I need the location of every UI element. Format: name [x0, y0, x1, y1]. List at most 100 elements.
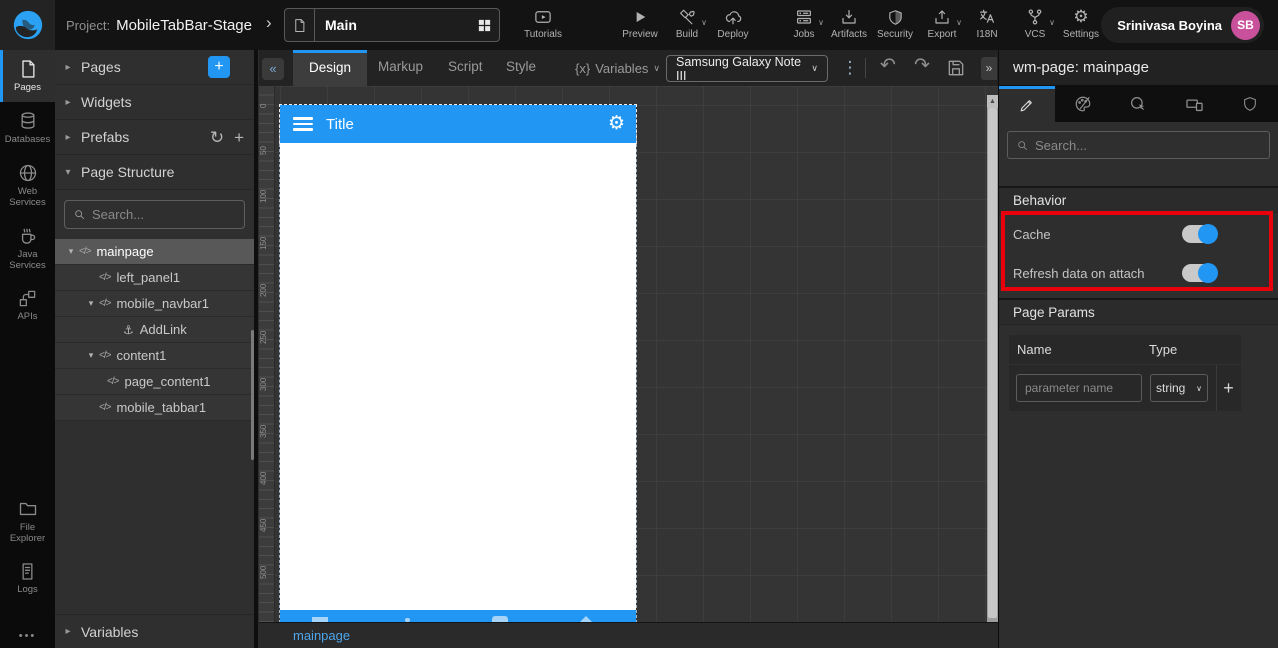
refresh-prefabs-icon[interactable]: ↻	[210, 128, 224, 148]
mobile-page-preview[interactable]: Title ⚙	[279, 104, 637, 622]
search-input[interactable]	[92, 207, 244, 222]
tutorials-button[interactable]: Tutorials	[518, 8, 568, 40]
gear-icon: ⚙	[1073, 7, 1089, 26]
add-param-button[interactable]: +	[1216, 365, 1240, 411]
tree-item-addlink[interactable]: ⚓ AddLink	[55, 317, 254, 343]
page-tab-mainpage[interactable]: mainpage	[293, 628, 350, 643]
export-button[interactable]: ∨ Export	[917, 8, 967, 40]
widget-code-icon: </>	[107, 376, 120, 387]
sidebar-item-web-services[interactable]: Web Services	[0, 154, 55, 217]
translate-icon	[978, 8, 996, 26]
sidebar-item-file-explorer[interactable]: File Explorer	[0, 490, 55, 553]
jobs-button[interactable]: ∨ Jobs	[779, 8, 829, 40]
cache-toggle[interactable]	[1182, 224, 1218, 244]
sidebar-item-databases[interactable]: Databases	[0, 102, 55, 154]
scroll-up-icon[interactable]: ▲	[987, 95, 998, 108]
properties-search[interactable]	[1007, 131, 1270, 159]
page-selector[interactable]: Main	[284, 8, 500, 42]
tab-events[interactable]	[1111, 86, 1167, 122]
artifacts-button[interactable]: Artifacts	[824, 8, 874, 40]
redo-button[interactable]: ↷	[909, 54, 935, 82]
left-panel-scrollbar[interactable]	[251, 330, 254, 460]
build-button[interactable]: ∨ Build	[662, 8, 712, 40]
param-name-input[interactable]	[1016, 374, 1142, 402]
variables-button[interactable]: {x} Variables ∨	[575, 50, 660, 86]
tab-markup[interactable]: Markup	[362, 50, 439, 86]
menu-icon[interactable]	[293, 117, 313, 131]
security-button[interactable]: Security	[870, 8, 920, 40]
add-page-button[interactable]: +	[208, 56, 230, 78]
undo-button[interactable]: ↶	[875, 54, 901, 82]
page-params-row: string ∨ +	[1009, 365, 1241, 411]
canvas-scrollbar[interactable]: ▲	[987, 95, 998, 622]
page-params-table: Name Type string ∨ +	[1009, 335, 1241, 411]
settings-button[interactable]: ⚙ Settings ∨	[1056, 7, 1106, 40]
devices-icon	[1186, 99, 1203, 111]
collapse-left-panel-button[interactable]: «	[262, 58, 284, 80]
search-icon	[1016, 139, 1029, 152]
device-selector[interactable]: Samsung Galaxy Note III ∨	[666, 55, 828, 83]
properties-search-input[interactable]	[1035, 137, 1269, 153]
refresh-data-toggle[interactable]	[1182, 263, 1218, 283]
page-params-table-header: Name Type	[1009, 335, 1241, 365]
page-grid-icon[interactable]	[469, 18, 499, 33]
tab-design[interactable]: Design	[293, 50, 368, 86]
tab-script[interactable]: Script	[432, 50, 499, 86]
sidebar-item-logs[interactable]: Logs	[0, 553, 55, 604]
project-name: MobileTabBar-Stage	[116, 16, 252, 34]
page-params-section-header[interactable]: Page Params	[999, 298, 1278, 325]
sidebar-item-apis[interactable]: APIs	[0, 280, 55, 331]
tree-item-page-content1[interactable]: </> page_content1	[55, 369, 254, 395]
expand-right-panel-button[interactable]: »	[981, 57, 997, 80]
log-document-icon	[22, 563, 33, 580]
caret-down-icon[interactable]: ▾	[83, 298, 99, 309]
scrollbar-thumb[interactable]	[988, 108, 997, 618]
user-menu[interactable]: Srinivasa Boyina SB	[1101, 7, 1264, 43]
mobile-tabbar-widget[interactable]	[280, 610, 636, 622]
tab-security[interactable]	[1222, 86, 1278, 122]
caret-down-icon[interactable]: ▾	[83, 350, 99, 361]
sidebar-item-java-services[interactable]: Java Services	[0, 217, 55, 280]
kebab-menu-icon[interactable]: ⋮	[840, 54, 860, 82]
tree-item-left-panel1[interactable]: </> left_panel1	[55, 265, 254, 291]
save-button[interactable]	[946, 58, 966, 78]
tutorials-video-icon	[534, 8, 552, 26]
page-structure-search[interactable]	[64, 200, 245, 229]
refresh-data-property-row: Refresh data on attach	[999, 253, 1278, 293]
caret-down-icon[interactable]: ▾	[63, 246, 79, 257]
vcs-button[interactable]: ∨ VCS	[1010, 8, 1060, 40]
i18n-button[interactable]: I18N	[962, 8, 1012, 40]
section-pages[interactable]: ▸ Pages +	[55, 50, 254, 85]
mobile-navbar-widget[interactable]: Title ⚙	[279, 104, 637, 144]
more-options-icon[interactable]: •••	[0, 630, 55, 642]
wavemaker-logo[interactable]	[0, 0, 55, 50]
add-prefab-icon[interactable]: +	[234, 128, 244, 148]
section-page-structure[interactable]: ▾ Page Structure	[55, 155, 254, 190]
section-variables[interactable]: ▸ Variables	[55, 614, 254, 648]
caret-down-icon: ▾	[65, 166, 71, 178]
preview-button[interactable]: Preview	[615, 8, 665, 40]
section-prefabs[interactable]: ▸ Prefabs ↻ +	[55, 120, 254, 155]
chevron-down-icon: ∨	[653, 62, 661, 73]
sidebar-item-pages[interactable]: Pages	[0, 50, 55, 102]
tab-properties[interactable]	[999, 86, 1055, 122]
widget-code-icon: </>	[99, 350, 112, 361]
tree-item-mobile-tabbar1[interactable]: </> mobile_tabbar1	[55, 395, 254, 421]
caret-right-icon: ▸	[65, 61, 71, 73]
properties-panel: wm-page: mainpage Behavior	[998, 50, 1278, 648]
behavior-section-header[interactable]: Behavior	[999, 186, 1278, 213]
tab-styles[interactable]	[1055, 86, 1111, 122]
deploy-button[interactable]: Deploy	[708, 8, 758, 40]
tree-item-mobile-navbar1[interactable]: ▾ </> mobile_navbar1	[55, 291, 254, 317]
tab-devices[interactable]	[1166, 86, 1222, 122]
gear-icon[interactable]: ⚙	[608, 112, 625, 135]
design-canvas[interactable]: 0 50 100 150 200 250 300 350 400 450 500…	[259, 86, 998, 622]
param-type-select[interactable]: string ∨	[1150, 374, 1208, 402]
tree-item-mainpage[interactable]: ▾ </> mainpage	[55, 239, 254, 265]
tab-style[interactable]: Style	[490, 50, 552, 86]
left-icon-sidebar: Pages Databases Web Services Java Servic…	[0, 50, 55, 648]
section-widgets[interactable]: ▸ Widgets	[55, 85, 254, 120]
wavemaker-studio: Project: MobileTabBar-Stage › Main Tutor…	[0, 0, 1278, 648]
widget-code-icon: </>	[79, 246, 92, 257]
tree-item-content1[interactable]: ▾ </> content1	[55, 343, 254, 369]
